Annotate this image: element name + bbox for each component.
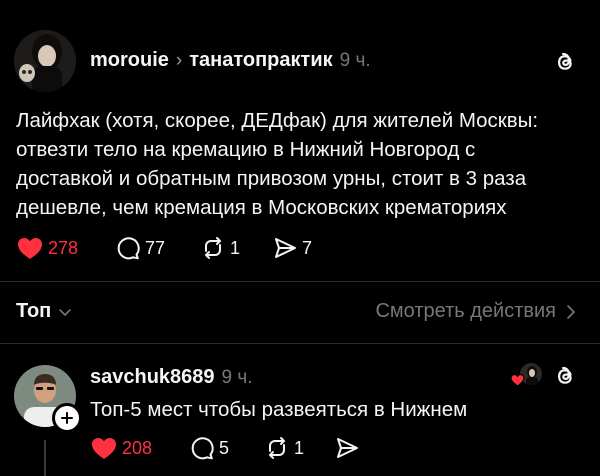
author-liked-indicator: [510, 363, 544, 389]
sort-dropdown[interactable]: Топ: [16, 300, 73, 323]
threads-logo-icon[interactable]: [552, 49, 578, 75]
send-icon: [337, 438, 358, 458]
reply-share-button[interactable]: [334, 433, 360, 463]
post-text-line: дешевле, чем кремация в Московских крема…: [16, 196, 507, 219]
post-author-username[interactable]: morouie: [90, 49, 169, 72]
comment-icon: [191, 437, 214, 460]
reply-like-count: 208: [122, 437, 153, 458]
post-text-line: отвезти тело на кремацию в Нижний Новгор…: [16, 138, 476, 161]
plus-icon: [61, 412, 73, 424]
chevron-right-icon: ›: [175, 50, 183, 71]
comment-icon: [117, 237, 140, 260]
repost-icon: [269, 437, 285, 459]
post-share-count: 7: [302, 237, 313, 258]
post-reply-count: 77: [145, 237, 166, 258]
reply-reply-button[interactable]: 5: [189, 433, 229, 463]
heart-filled-icon: [510, 374, 525, 387]
post-repost-count: 1: [230, 237, 241, 258]
threads-logo-icon[interactable]: [552, 363, 578, 389]
post-like-count: 278: [48, 237, 79, 258]
post-text: Лайфхак (хотя, скорее, ДЕДфак) для жител…: [16, 106, 586, 222]
chevron-down-icon: [59, 308, 72, 316]
community-name[interactable]: танатопрактик: [189, 49, 332, 72]
post-author-avatar[interactable]: [14, 30, 76, 92]
heart-filled-icon: [18, 238, 42, 259]
reply-reply-count: 5: [219, 437, 230, 458]
post-text-line: доставкой и обратным привозом урны, стои…: [16, 167, 527, 190]
view-activity-link[interactable]: Смотреть действия: [375, 300, 578, 323]
send-icon: [275, 238, 296, 258]
post-timestamp: 9 ч.: [339, 50, 371, 71]
repost-icon: [205, 237, 221, 259]
post-reply-button[interactable]: 77: [115, 233, 165, 263]
reply-timestamp: 9 ч.: [221, 367, 253, 388]
chevron-right-icon: [567, 304, 576, 319]
thread-line: [44, 440, 46, 476]
post-repost-button[interactable]: 1: [200, 233, 240, 263]
reply-text: Топ-5 мест чтобы развеяться в Нижнем: [90, 398, 468, 421]
reply-repost-button[interactable]: 1: [264, 433, 304, 463]
reply-like-button[interactable]: 208: [90, 433, 152, 463]
reply-author-username[interactable]: savchuk8689: [90, 366, 215, 389]
follow-plus-button[interactable]: [52, 403, 82, 433]
sort-label: Топ: [16, 300, 52, 322]
divider: [0, 343, 600, 344]
post-like-button[interactable]: 278: [16, 233, 78, 263]
post-share-button[interactable]: 7: [272, 233, 312, 263]
post-text-line: Лайфхак (хотя, скорее, ДЕДфак) для жител…: [16, 109, 539, 132]
divider: [0, 281, 600, 282]
reply-repost-count: 1: [294, 437, 305, 458]
heart-filled-icon: [92, 438, 116, 459]
view-activity-label: Смотреть действия: [375, 300, 556, 322]
